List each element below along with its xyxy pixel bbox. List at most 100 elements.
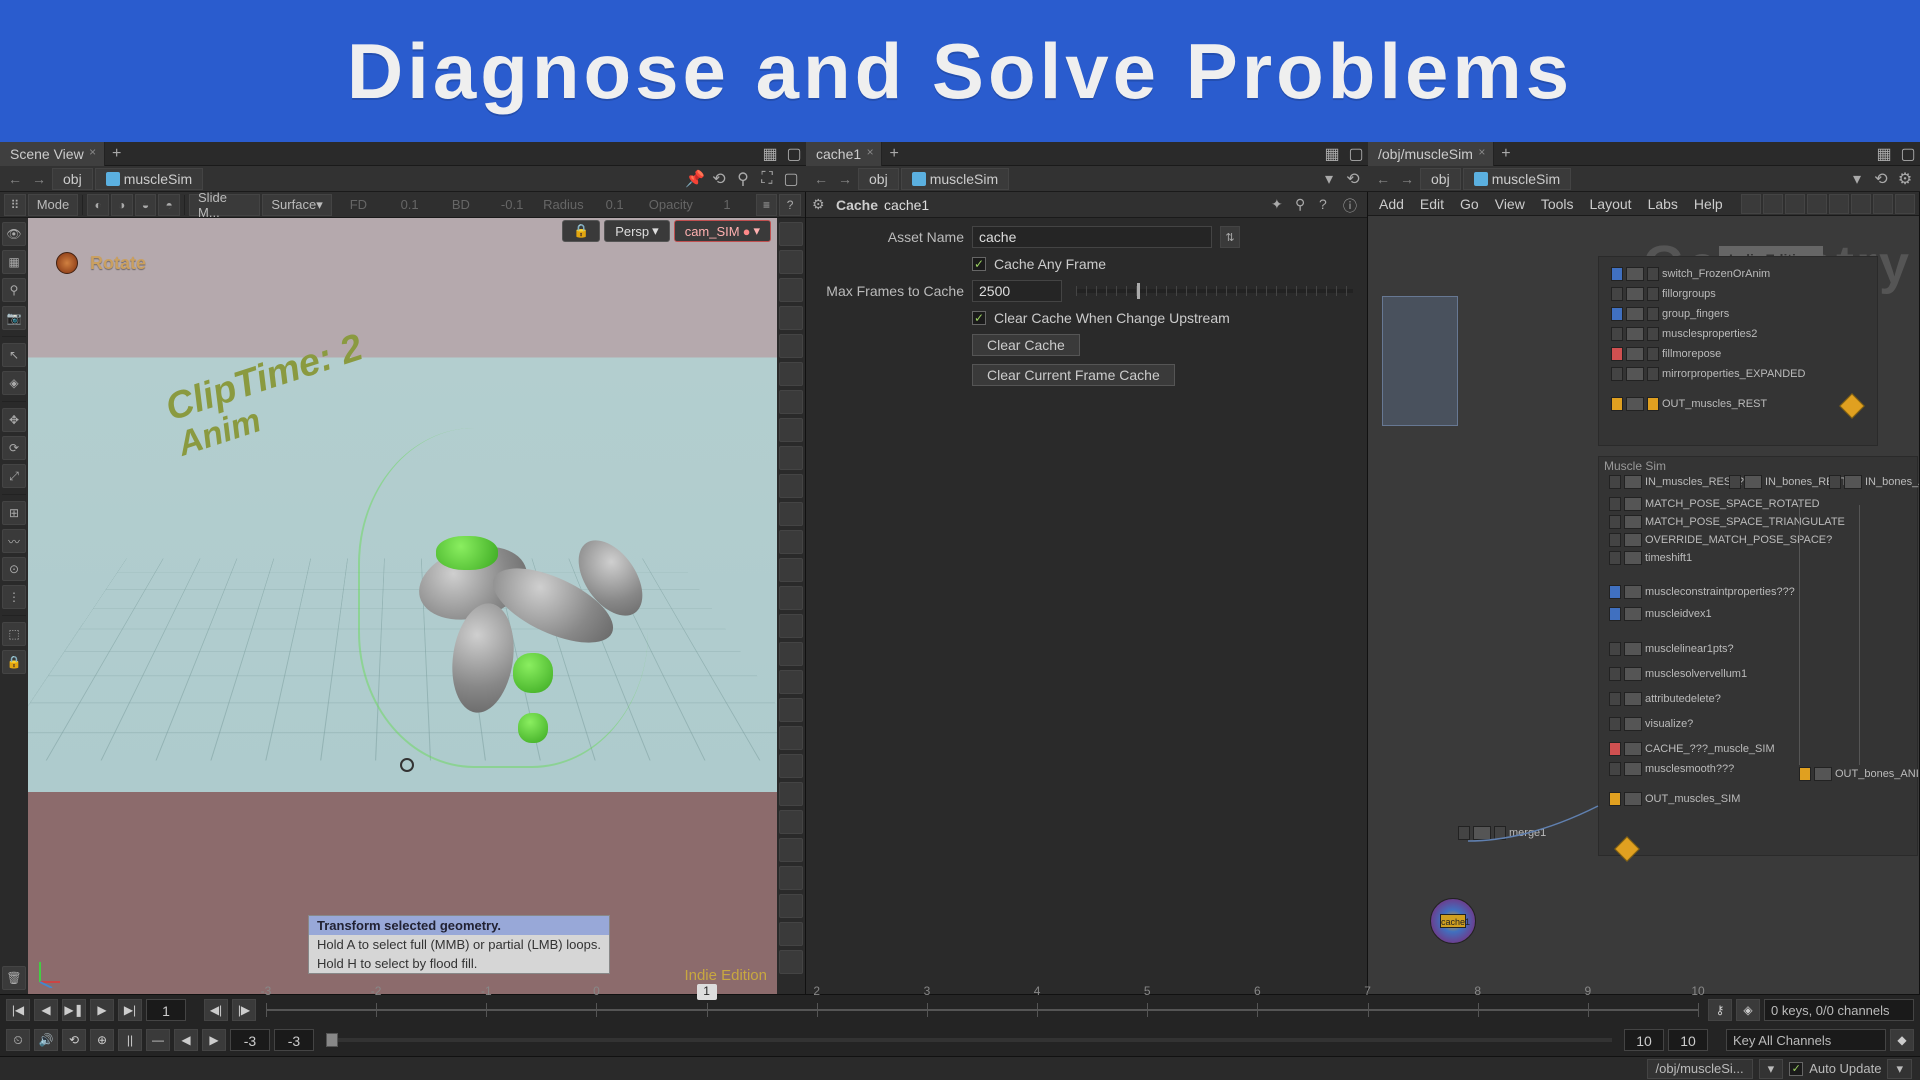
crumb-obj[interactable]: obj [858,168,899,190]
cache-any-frame-checkbox[interactable]: ✓ [972,257,986,271]
close-icon[interactable]: × [863,145,877,159]
expand-icon[interactable]: ⛶ [756,168,778,190]
disp-e-icon[interactable] [779,334,803,358]
disp-m-icon[interactable] [779,558,803,582]
disp-b-icon[interactable] [779,250,803,274]
pane-menu-icon[interactable]: ▦ [1320,144,1344,164]
close-icon[interactable]: × [86,145,100,159]
tab-network[interactable]: /obj/muscleSim× [1368,142,1494,166]
nav-back-icon[interactable]: ← [810,168,832,190]
nav-fwd-icon[interactable]: → [1396,168,1418,190]
network-node[interactable]: MATCH_POSE_SPACE_ROTATED [1609,497,1820,511]
move-tool-icon[interactable]: ✥ [2,408,26,432]
net-tool-c-icon[interactable] [1785,194,1805,214]
gear-icon[interactable]: ✦ [1271,196,1289,214]
disp-j-icon[interactable] [779,474,803,498]
help-icon[interactable]: ? [1319,196,1337,214]
maximize-icon[interactable]: ▢ [780,168,802,190]
net-tool-f-icon[interactable] [1851,194,1871,214]
persp-dropdown[interactable]: Persp▾ [604,220,670,242]
crumb-obj[interactable]: obj [52,168,93,190]
menu-edit[interactable]: Edit [1413,196,1451,212]
scale-tool-icon[interactable]: ⤢ [2,464,26,488]
cplane-icon[interactable]: ⬚ [2,622,26,646]
snapshot-icon[interactable]: 📷 [2,306,26,330]
disp-a-icon[interactable] [779,222,803,246]
disp-p-icon[interactable] [779,642,803,666]
mode-dropdown[interactable]: Mode [28,194,79,216]
search-icon[interactable]: ⚲ [1295,196,1313,214]
network-node-cache-selected[interactable]: cache1 [1430,898,1476,944]
range-a-icon[interactable]: ⟲ [62,1029,86,1051]
pin-icon[interactable]: 📌 [684,168,706,190]
disp-c-icon[interactable] [779,278,803,302]
tab-add-button[interactable]: + [1494,145,1518,163]
find-icon[interactable]: ⚲ [732,168,754,190]
scope-button[interactable]: ◈ [1736,999,1760,1021]
prev-key-button[interactable]: ◀| [204,999,228,1021]
snap-multi-icon[interactable]: ⋮ [2,585,26,609]
inspect-icon[interactable]: ⚲ [2,278,26,302]
key-all-dropdown[interactable]: Key All Channels [1726,1029,1886,1051]
opacity-value[interactable]: 1 [702,194,751,216]
disp-d-icon[interactable] [779,306,803,330]
disp-opts-icon[interactable]: ≡ [756,194,778,216]
disp-h-icon[interactable] [779,418,803,442]
autokey-button[interactable]: ⚷ [1708,999,1732,1021]
network-group-musclesim[interactable]: Muscle Sim IN_muscles_REST? IN_bones_RES… [1598,456,1918,856]
disp-n-icon[interactable] [779,586,803,610]
max-frames-input[interactable] [972,280,1062,302]
pin-icon[interactable]: ▾ [1318,168,1340,190]
menu-labs[interactable]: Labs [1641,196,1685,212]
pin-icon[interactable]: ▾ [1846,168,1868,190]
link-icon[interactable]: ⟲ [1342,168,1364,190]
crumb-node[interactable]: muscleSim [1463,168,1571,190]
disp-x-icon[interactable] [779,866,803,890]
snap-point-icon[interactable]: ⊙ [2,557,26,581]
playhead[interactable]: 1 [697,984,717,1000]
nav-back-icon[interactable]: ← [4,168,26,190]
range-slider[interactable] [326,1038,1612,1042]
last-frame-button[interactable]: ▶| [118,999,142,1021]
disp-g-icon[interactable] [779,390,803,414]
network-node[interactable]: musclesmooth??? [1609,762,1734,776]
auto-update-menu-icon[interactable]: ▾ [1887,1059,1912,1079]
crumb-node[interactable]: muscleSim [901,168,1009,190]
range-end-global[interactable]: 10 [1668,1029,1708,1051]
play-fwd-button[interactable]: ▶ [90,999,114,1021]
rotate-tool-icon[interactable]: ⟳ [2,436,26,460]
network-node[interactable]: musclesolvervellum1 [1609,667,1747,681]
menu-go[interactable]: Go [1453,196,1486,212]
current-frame-input[interactable]: 1 [146,999,186,1021]
net-tool-g-icon[interactable] [1873,194,1893,214]
snap-curve-icon[interactable]: 〰 [2,529,26,553]
bd-value[interactable]: -0.1 [487,194,536,216]
lock-camera-icon[interactable]: 🔒 [562,220,600,242]
disp-opts-icon[interactable] [779,950,803,974]
brush-b-icon[interactable]: ◑ [111,194,133,216]
play-back-button[interactable]: ▶❚ [62,999,86,1021]
disp-l-icon[interactable] [779,530,803,554]
nav-fwd-icon[interactable]: → [834,168,856,190]
cplane-lock-icon[interactable]: 🔒 [2,650,26,674]
network-node[interactable]: mirrorproperties_EXPANDED [1611,367,1805,381]
handle-icon[interactable]: ⠿ [4,194,26,216]
first-frame-button[interactable]: |◀ [6,999,30,1021]
asset-stepper-icon[interactable]: ⇅ [1220,226,1240,248]
network-node-output[interactable]: OUT_bones_ANIM [1799,767,1919,781]
disp-q-icon[interactable] [779,670,803,694]
network-node[interactable]: IN_muscles_REST? [1609,475,1744,489]
disp-k-icon[interactable] [779,502,803,526]
crumb-node[interactable]: muscleSim [95,168,203,190]
net-tool-h-icon[interactable] [1895,194,1915,214]
step-back-button[interactable]: ◀ [34,999,58,1021]
nav-fwd-icon[interactable]: → [28,168,50,190]
crumb-obj[interactable]: obj [1420,168,1461,190]
fd-value[interactable]: 0.1 [385,194,434,216]
disp-z-icon[interactable] [779,922,803,946]
clear-current-frame-button[interactable]: Clear Current Frame Cache [972,364,1175,386]
disp-i-icon[interactable] [779,446,803,470]
menu-view[interactable]: View [1488,196,1532,212]
network-node[interactable]: switch_FrozenOrAnim [1611,267,1770,281]
range-end[interactable]: 10 [1624,1029,1664,1051]
